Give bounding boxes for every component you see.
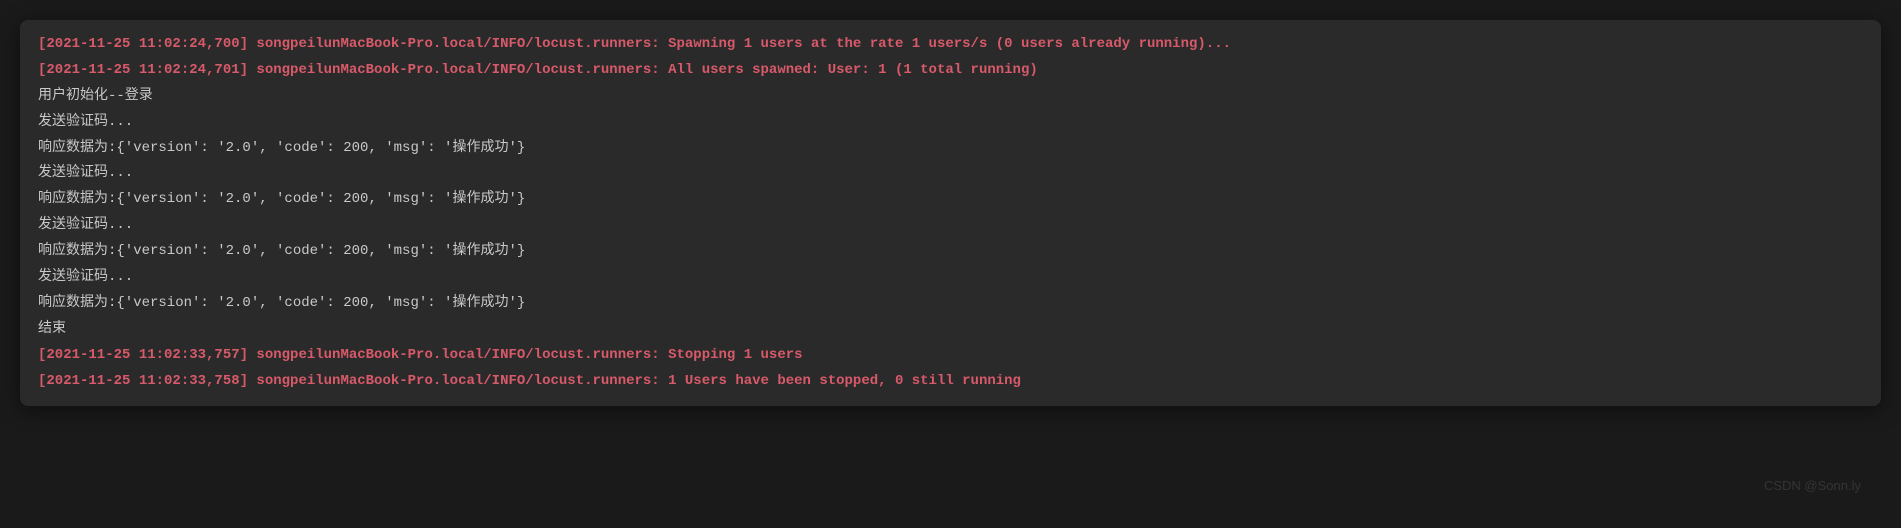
log-line: [2021-11-25 11:02:24,700] songpeilunMacB… (38, 32, 1863, 58)
log-line: [2021-11-25 11:02:33,758] songpeilunMacB… (38, 369, 1863, 395)
output-line: 响应数据为:{'version': '2.0', 'code': 200, 'm… (38, 187, 1863, 213)
output-line: 发送验证码... (38, 213, 1863, 239)
output-line: 响应数据为:{'version': '2.0', 'code': 200, 'm… (38, 239, 1863, 265)
output-line: 用户初始化--登录 (38, 84, 1863, 110)
log-line: [2021-11-25 11:02:33,757] songpeilunMacB… (38, 343, 1863, 369)
output-line: 响应数据为:{'version': '2.0', 'code': 200, 'm… (38, 136, 1863, 162)
output-line: 发送验证码... (38, 265, 1863, 291)
output-line: 发送验证码... (38, 110, 1863, 136)
output-line: 响应数据为:{'version': '2.0', 'code': 200, 'm… (38, 291, 1863, 317)
watermark-text: CSDN @Sonn.ly (1764, 474, 1861, 498)
terminal-output: [2021-11-25 11:02:24,700] songpeilunMacB… (20, 20, 1881, 406)
output-line: 结束 (38, 317, 1863, 343)
log-line: [2021-11-25 11:02:24,701] songpeilunMacB… (38, 58, 1863, 84)
output-line: 发送验证码... (38, 161, 1863, 187)
